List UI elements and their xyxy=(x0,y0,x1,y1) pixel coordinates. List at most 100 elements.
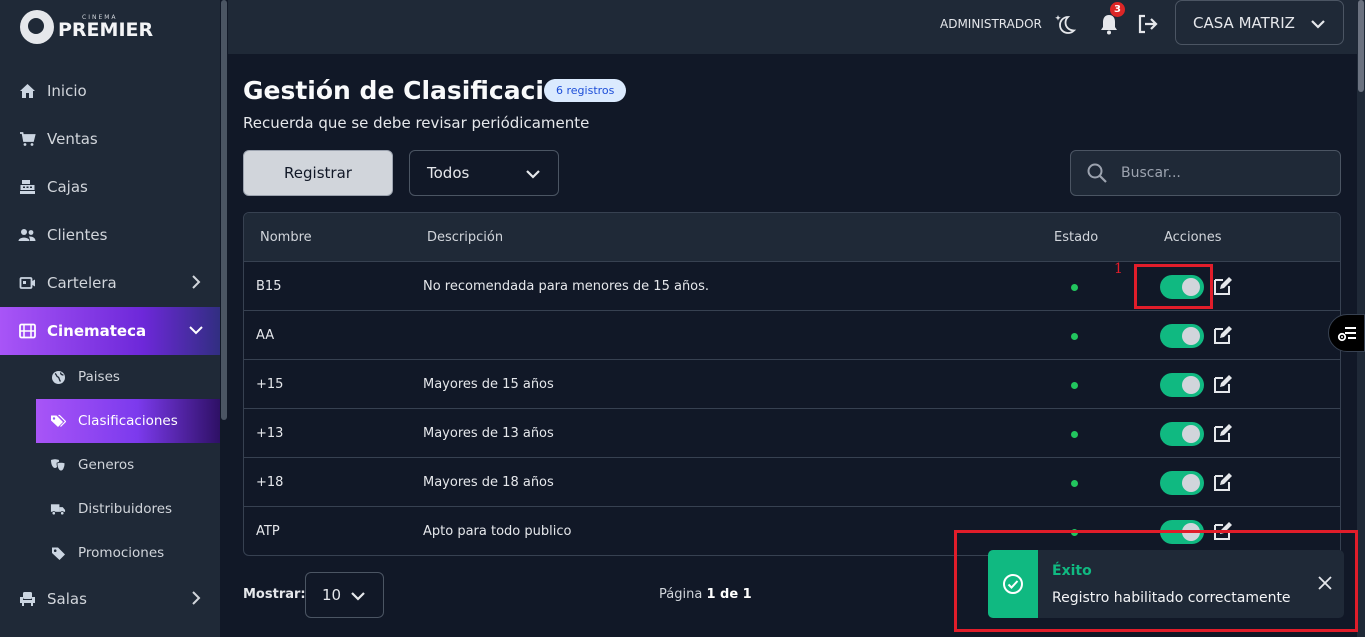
page-scrollbar-thumb[interactable] xyxy=(1358,0,1364,92)
logo-icon xyxy=(20,10,54,44)
sidebar-item-salas[interactable]: Salas xyxy=(0,575,220,623)
column-header-actions: Acciones xyxy=(1164,230,1222,245)
sidebar-subitem-paises[interactable]: Paises xyxy=(0,355,220,399)
tags-icon xyxy=(50,413,66,429)
success-toast: Éxito Registro habilitado correctamente xyxy=(988,550,1344,618)
branch-select[interactable]: CASA MATRIZ xyxy=(1175,0,1344,45)
truck-icon xyxy=(50,501,66,517)
edit-icon[interactable] xyxy=(1212,422,1234,444)
pagination-info: Página 1 de 1 xyxy=(659,587,752,602)
check-circle-icon xyxy=(1003,574,1023,594)
chevron-right-icon xyxy=(192,275,201,289)
page-size-select[interactable]: 10 xyxy=(305,572,384,618)
sidebar-item-cajas[interactable]: Cajas xyxy=(0,163,220,211)
page-title: Gestión de Clasificación xyxy=(243,76,579,105)
sidebar-item-cartelera[interactable]: Cartelera xyxy=(0,259,220,307)
edit-icon[interactable] xyxy=(1212,373,1234,395)
page-subtitle: Recuerda que se debe revisar periódicame… xyxy=(243,114,590,132)
sidebar-subitem-promociones[interactable]: Promociones xyxy=(0,531,220,575)
sidebar-item-label: Ventas xyxy=(47,130,98,148)
sidebar-subitem-clasificaciones[interactable]: Clasificaciones xyxy=(36,399,220,443)
sidebar-item-label: Inicio xyxy=(47,82,87,100)
toast-title: Éxito xyxy=(1052,563,1092,579)
page-size-value: 10 xyxy=(322,586,342,604)
status-toggle[interactable] xyxy=(1160,373,1204,397)
sidebar-item-ventas[interactable]: Ventas xyxy=(0,115,220,163)
table-row: +18 Mayores de 18 años xyxy=(244,458,1340,507)
sidebar-subitem-label: Distribuidores xyxy=(78,501,173,517)
row-description: Apto para todo publico xyxy=(423,524,572,539)
status-dot xyxy=(1071,480,1078,487)
sidebar-scrollbar[interactable] xyxy=(221,0,227,420)
status-toggle[interactable] xyxy=(1160,324,1204,348)
row-name: +15 xyxy=(256,377,284,392)
status-toggle[interactable] xyxy=(1160,471,1204,495)
tag-icon xyxy=(50,545,66,561)
sidebar-subitem-distribuidores[interactable]: Distribuidores xyxy=(0,487,220,531)
chevron-down-icon xyxy=(1311,20,1325,29)
search-input[interactable] xyxy=(1121,165,1321,181)
sidebar-subitem-generos[interactable]: Generos xyxy=(0,443,220,487)
table-header: Nombre Descripción Estado Acciones xyxy=(244,213,1340,262)
edit-icon[interactable] xyxy=(1212,324,1234,346)
close-icon[interactable] xyxy=(1316,574,1334,592)
logout-icon[interactable] xyxy=(1136,12,1160,36)
sidebar-subitem-label: Generos xyxy=(78,457,135,473)
sidebar-item-inicio[interactable]: Inicio xyxy=(0,67,220,115)
brand-logo[interactable]: CINEMA PREMIER xyxy=(20,10,153,44)
branch-value: CASA MATRIZ xyxy=(1193,13,1295,32)
status-dot xyxy=(1071,284,1078,291)
chair-icon xyxy=(18,590,36,608)
sidebar-item-label: Cajas xyxy=(47,178,88,196)
sidebar-nav: Inicio Ventas Cajas Clientes Cartelera C… xyxy=(0,67,220,623)
cart-icon xyxy=(18,130,36,148)
sidebar-subitem-label: Paises xyxy=(78,369,120,385)
chevron-right-icon xyxy=(192,591,201,605)
column-header-name[interactable]: Nombre xyxy=(260,230,312,245)
brand-name: PREMIER xyxy=(58,18,154,41)
dark-mode-icon[interactable] xyxy=(1053,12,1077,36)
status-dot xyxy=(1071,431,1078,438)
sidebar-item-label: Cinemateca xyxy=(47,322,147,340)
floating-menu-button[interactable] xyxy=(1328,314,1365,352)
row-name: +13 xyxy=(256,426,284,441)
sidebar-subitem-label: Clasificaciones xyxy=(78,413,178,429)
page-size-label: Mostrar: xyxy=(243,587,306,602)
chevron-down-icon xyxy=(189,326,203,335)
records-count-badge: 6 registros xyxy=(544,79,627,102)
toast-status-strip xyxy=(988,550,1038,618)
home-icon xyxy=(18,82,36,100)
sidebar-item-cinemateca[interactable]: Cinemateca xyxy=(0,307,220,355)
search-icon xyxy=(1087,163,1107,183)
sidebar-subitem-label: Promociones xyxy=(78,545,165,561)
chevron-down-icon xyxy=(351,592,365,601)
row-description: No recomendada para menores de 15 años. xyxy=(423,279,710,294)
row-name: B15 xyxy=(256,279,282,294)
globe-icon xyxy=(50,369,66,385)
sidebar: CINEMA PREMIER Inicio Ventas Cajas Clien… xyxy=(0,0,220,637)
status-toggle[interactable] xyxy=(1160,422,1204,446)
row-name: +18 xyxy=(256,475,284,490)
row-name: ATP xyxy=(256,524,280,539)
status-filter-select[interactable]: Todos xyxy=(409,150,559,196)
row-description: Mayores de 15 años xyxy=(423,377,554,392)
table-row: +13 Mayores de 13 años xyxy=(244,409,1340,458)
sidebar-item-clientes[interactable]: Clientes xyxy=(0,211,220,259)
search-box[interactable] xyxy=(1070,150,1341,196)
users-icon xyxy=(18,226,36,244)
edit-icon[interactable] xyxy=(1212,275,1234,297)
highlight-marker: 1 xyxy=(1114,261,1123,277)
column-header-status[interactable]: Estado xyxy=(1054,230,1098,245)
masks-icon xyxy=(50,457,66,473)
table-row: +15 Mayores de 15 años xyxy=(244,360,1340,409)
row-name: AA xyxy=(256,328,275,343)
status-dot xyxy=(1071,333,1078,340)
film-icon xyxy=(18,322,36,340)
toast-message: Registro habilitado correctamente xyxy=(1052,590,1291,606)
user-role[interactable]: ADMINISTRADOR xyxy=(940,17,1042,31)
edit-icon[interactable] xyxy=(1212,471,1234,493)
pagination-current: 1 de 1 xyxy=(706,587,752,602)
register-button[interactable]: Registrar xyxy=(243,150,393,196)
column-header-description[interactable]: Descripción xyxy=(427,230,503,245)
highlight-box-toggle xyxy=(1134,264,1213,309)
